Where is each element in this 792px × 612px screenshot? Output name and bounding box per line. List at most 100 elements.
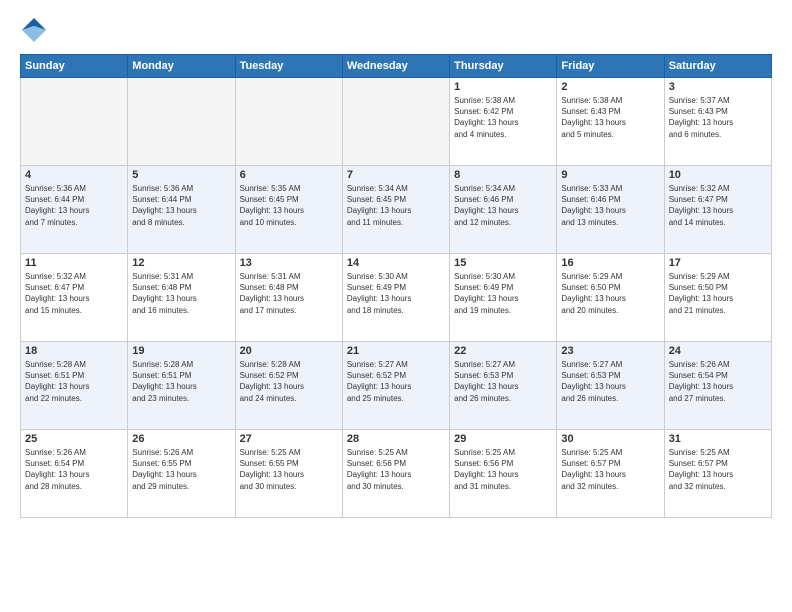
day-number: 17 (669, 257, 767, 269)
day-number: 10 (669, 169, 767, 181)
day-info: Sunrise: 5:26 AM Sunset: 6:55 PM Dayligh… (132, 447, 230, 492)
day-info: Sunrise: 5:30 AM Sunset: 6:49 PM Dayligh… (454, 271, 552, 316)
day-info: Sunrise: 5:34 AM Sunset: 6:46 PM Dayligh… (454, 183, 552, 228)
table-row: 13Sunrise: 5:31 AM Sunset: 6:48 PM Dayli… (235, 254, 342, 342)
table-row: 28 Sunrise: 5:25 AM Sunset: 6:56 PM Dayli… (342, 430, 449, 518)
day-info: Sunrise: 5:25 AM Sunset: 6:55 PM Dayligh… (240, 447, 338, 492)
table-row: 8 Sunrise: 5:34 AM Sunset: 6:46 PM Daylig… (450, 166, 557, 254)
day-number: 16 (561, 257, 659, 269)
day-number: 20 (240, 345, 338, 357)
col-sunday: Sunday (21, 55, 128, 78)
col-wednesday: Wednesday (342, 55, 449, 78)
day-info: Sunrise: 5:29 AM Sunset: 6:50 PM Dayligh… (561, 271, 659, 316)
table-row: 31Sunrise: 5:25 AM Sunset: 6:57 PM Dayli… (664, 430, 771, 518)
day-number: 15 (454, 257, 552, 269)
day-number: 11 (25, 257, 123, 269)
day-number: 18 (25, 345, 123, 357)
day-number: 29 (454, 433, 552, 445)
logo-icon (20, 16, 48, 44)
day-info: Sunrise: 5:35 AM Sunset: 6:45 PM Dayligh… (240, 183, 338, 228)
day-info: Sunrise: 5:25 AM Sunset: 6:57 PM Dayligh… (669, 447, 767, 492)
week-row-2: 4 Sunrise: 5:36 AM Sunset: 6:44 PM Daylig… (21, 166, 772, 254)
col-saturday: Saturday (664, 55, 771, 78)
table-row: 18 Sunrise: 5:28 AM Sunset: 6:51 PM Dayli… (21, 342, 128, 430)
day-info: Sunrise: 5:34 AM Sunset: 6:45 PM Dayligh… (347, 183, 445, 228)
day-info: Sunrise: 5:26 AM Sunset: 6:54 PM Dayligh… (25, 447, 123, 492)
day-number: 2 (561, 81, 659, 93)
header (20, 16, 772, 44)
table-row: 16 Sunrise: 5:29 AM Sunset: 6:50 PM Dayli… (557, 254, 664, 342)
week-row-5: 25Sunrise: 5:26 AM Sunset: 6:54 PM Dayli… (21, 430, 772, 518)
day-info: Sunrise: 5:27 AM Sunset: 6:53 PM Dayligh… (454, 359, 552, 404)
day-number: 7 (347, 169, 445, 181)
day-info: Sunrise: 5:32 AM Sunset: 6:47 PM Dayligh… (25, 271, 123, 316)
day-number: 30 (561, 433, 659, 445)
table-row (128, 78, 235, 166)
day-info: Sunrise: 5:28 AM Sunset: 6:52 PM Dayligh… (240, 359, 338, 404)
day-info: Sunrise: 5:37 AM Sunset: 6:43 PM Dayligh… (669, 95, 767, 140)
day-info: Sunrise: 5:38 AM Sunset: 6:43 PM Dayligh… (561, 95, 659, 140)
day-number: 1 (454, 81, 552, 93)
week-row-3: 11 Sunrise: 5:32 AM Sunset: 6:47 PM Dayli… (21, 254, 772, 342)
day-info: Sunrise: 5:28 AM Sunset: 6:51 PM Dayligh… (25, 359, 123, 404)
table-row: 24 Sunrise: 5:26 AM Sunset: 6:54 PM Dayli… (664, 342, 771, 430)
table-row: 14 Sunrise: 5:30 AM Sunset: 6:49 PM Dayli… (342, 254, 449, 342)
day-info: Sunrise: 5:27 AM Sunset: 6:52 PM Dayligh… (347, 359, 445, 404)
table-row: 17Sunrise: 5:29 AM Sunset: 6:50 PM Dayli… (664, 254, 771, 342)
day-number: 9 (561, 169, 659, 181)
table-row: 3 Sunrise: 5:37 AM Sunset: 6:43 PM Daylig… (664, 78, 771, 166)
table-row: 26 Sunrise: 5:26 AM Sunset: 6:55 PM Dayli… (128, 430, 235, 518)
table-row: 11 Sunrise: 5:32 AM Sunset: 6:47 PM Dayli… (21, 254, 128, 342)
day-info: Sunrise: 5:28 AM Sunset: 6:51 PM Dayligh… (132, 359, 230, 404)
day-info: Sunrise: 5:26 AM Sunset: 6:54 PM Dayligh… (669, 359, 767, 404)
table-row: 12Sunrise: 5:31 AM Sunset: 6:48 PM Dayli… (128, 254, 235, 342)
day-info: Sunrise: 5:25 AM Sunset: 6:56 PM Dayligh… (347, 447, 445, 492)
day-number: 3 (669, 81, 767, 93)
table-row (342, 78, 449, 166)
week-row-4: 18 Sunrise: 5:28 AM Sunset: 6:51 PM Dayli… (21, 342, 772, 430)
col-monday: Monday (128, 55, 235, 78)
table-row: 30 Sunrise: 5:25 AM Sunset: 6:57 PM Dayli… (557, 430, 664, 518)
day-number: 26 (132, 433, 230, 445)
day-number: 5 (132, 169, 230, 181)
table-row (21, 78, 128, 166)
logo (20, 16, 52, 44)
day-number: 8 (454, 169, 552, 181)
table-row: 7 Sunrise: 5:34 AM Sunset: 6:45 PM Daylig… (342, 166, 449, 254)
day-info: Sunrise: 5:32 AM Sunset: 6:47 PM Dayligh… (669, 183, 767, 228)
table-row: 20 Sunrise: 5:28 AM Sunset: 6:52 PM Dayli… (235, 342, 342, 430)
table-row: 2 Sunrise: 5:38 AM Sunset: 6:43 PM Daylig… (557, 78, 664, 166)
table-row: 22 Sunrise: 5:27 AM Sunset: 6:53 PM Dayli… (450, 342, 557, 430)
day-info: Sunrise: 5:30 AM Sunset: 6:49 PM Dayligh… (347, 271, 445, 316)
table-row: 15 Sunrise: 5:30 AM Sunset: 6:49 PM Dayli… (450, 254, 557, 342)
col-friday: Friday (557, 55, 664, 78)
col-tuesday: Tuesday (235, 55, 342, 78)
day-info: Sunrise: 5:25 AM Sunset: 6:57 PM Dayligh… (561, 447, 659, 492)
table-row: 10 Sunrise: 5:32 AM Sunset: 6:47 PM Dayli… (664, 166, 771, 254)
table-row: 23 Sunrise: 5:27 AM Sunset: 6:53 PM Dayli… (557, 342, 664, 430)
table-row: 9 Sunrise: 5:33 AM Sunset: 6:46 PM Daylig… (557, 166, 664, 254)
day-number: 23 (561, 345, 659, 357)
day-number: 22 (454, 345, 552, 357)
day-info: Sunrise: 5:36 AM Sunset: 6:44 PM Dayligh… (132, 183, 230, 228)
table-row: 19Sunrise: 5:28 AM Sunset: 6:51 PM Dayli… (128, 342, 235, 430)
day-number: 14 (347, 257, 445, 269)
header-row: Sunday Monday Tuesday Wednesday Thursday… (21, 55, 772, 78)
day-number: 28 (347, 433, 445, 445)
day-info: Sunrise: 5:33 AM Sunset: 6:46 PM Dayligh… (561, 183, 659, 228)
table-row: 21 Sunrise: 5:27 AM Sunset: 6:52 PM Dayli… (342, 342, 449, 430)
week-row-1: 1Sunrise: 5:38 AM Sunset: 6:42 PM Daylig… (21, 78, 772, 166)
day-number: 13 (240, 257, 338, 269)
day-info: Sunrise: 5:36 AM Sunset: 6:44 PM Dayligh… (25, 183, 123, 228)
day-number: 24 (669, 345, 767, 357)
table-row: 6 Sunrise: 5:35 AM Sunset: 6:45 PM Daylig… (235, 166, 342, 254)
day-number: 4 (25, 169, 123, 181)
day-number: 6 (240, 169, 338, 181)
day-info: Sunrise: 5:27 AM Sunset: 6:53 PM Dayligh… (561, 359, 659, 404)
day-info: Sunrise: 5:31 AM Sunset: 6:48 PM Dayligh… (132, 271, 230, 316)
table-row: 1Sunrise: 5:38 AM Sunset: 6:42 PM Daylig… (450, 78, 557, 166)
day-number: 21 (347, 345, 445, 357)
table-row: 25Sunrise: 5:26 AM Sunset: 6:54 PM Dayli… (21, 430, 128, 518)
day-info: Sunrise: 5:25 AM Sunset: 6:56 PM Dayligh… (454, 447, 552, 492)
calendar-table: Sunday Monday Tuesday Wednesday Thursday… (20, 54, 772, 518)
